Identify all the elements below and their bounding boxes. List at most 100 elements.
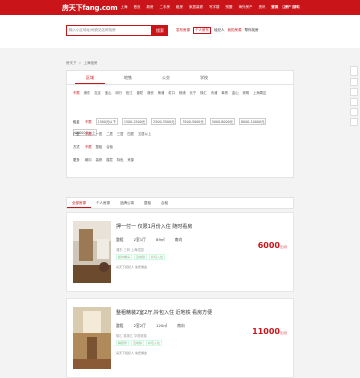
filter-option[interactable]: 一居 — [96, 131, 103, 136]
listing-area: 89㎡ — [156, 237, 165, 242]
agent-link[interactable]: 经纪人 — [214, 28, 225, 33]
filter-option[interactable]: 1500元以下 — [95, 118, 118, 125]
filter-dropdown[interactable]: 楼层 — [106, 157, 113, 162]
filter-option[interactable]: 黄浦 — [158, 90, 165, 95]
filter-option[interactable]: 五居以上 — [138, 131, 151, 136]
breadcrumb-current[interactable]: 上海租房 — [83, 61, 97, 66]
filter-option[interactable]: 嘉定 — [94, 90, 101, 95]
list-sort-tabs: 全部房源 个人房源 品牌公寓 整租 合租 — [66, 197, 294, 209]
nav-item-news[interactable]: 资讯 — [258, 5, 265, 10]
filter-option[interactable]: 闵行 — [115, 90, 122, 95]
post-listing-link[interactable]: 发布房源 — [176, 28, 190, 33]
filter-option[interactable]: 普陀 — [137, 90, 144, 95]
top-icon[interactable] — [350, 66, 358, 76]
filter-option[interactable]: 2500-3500元 — [151, 118, 177, 125]
nav-item-second-hand[interactable]: 二手房 — [159, 5, 170, 10]
listing-agent: 房天下经纪人 免费佣金 — [116, 265, 147, 269]
listing-card[interactable]: 押一付一 仅限1月份入住 随时看房 整租 2室1厅 89㎡ 南向 浦东-三林 上… — [66, 212, 294, 292]
listing-type: 整租 — [116, 237, 124, 242]
nav-item-overseas[interactable]: 海外房产 — [238, 5, 252, 10]
header-links: 发布房源 个人房东 经纪人 我的房源 帮你找房 — [176, 27, 259, 34]
listing-tags: 随时看房 近地铁 拎包入住 — [116, 254, 166, 260]
login-link[interactable]: 登录 — [271, 5, 278, 10]
compare-icon[interactable] — [350, 88, 358, 96]
filter-dropdown[interactable]: 装修 — [96, 157, 103, 162]
landlord-link[interactable]: 个人房东 — [193, 27, 211, 34]
tab-district[interactable]: 区域 — [75, 71, 105, 84]
qrcode-icon[interactable] — [350, 118, 358, 126]
filter-option[interactable]: 三居 — [117, 131, 124, 136]
find-for-me-link[interactable]: 帮你找房 — [245, 28, 259, 33]
filter-option[interactable]: 5000-8000元 — [209, 118, 235, 125]
filter-option[interactable]: 宝山 — [105, 90, 112, 95]
listing-card[interactable]: 整租精装2室2厅,拎包入住 近地铁 看房方便 整租 2室2厅 120㎡ 南向 徐… — [66, 298, 294, 378]
filter-option[interactable]: 不限 — [85, 144, 92, 149]
nav-item-villa[interactable]: 别墅 — [225, 5, 232, 10]
filter-option[interactable]: 崇明 — [243, 90, 250, 95]
listing-address[interactable]: 浦东-三林 上海花园 — [116, 247, 144, 252]
filter-dropdown[interactable]: 特色 — [117, 157, 124, 162]
filter-option[interactable]: 杨浦 — [179, 90, 186, 95]
filter-option[interactable]: 青浦 — [211, 90, 218, 95]
nav-item-decoration[interactable]: 家居装修 — [189, 5, 203, 10]
filter-option[interactable]: 四居 — [127, 131, 134, 136]
nav-item-home[interactable]: 首页 — [133, 5, 140, 10]
listing-price: 6000元/月 — [258, 241, 287, 250]
listing-rooms: 2室2厅 — [133, 323, 147, 328]
filter-option[interactable]: 金山 — [232, 90, 239, 95]
filter-option[interactable]: 8000-10000元 — [239, 118, 267, 125]
listing-rooms: 2室1厅 — [133, 237, 147, 242]
filter-option[interactable]: 长宁 — [190, 90, 197, 95]
price-unit: 元/月 — [279, 245, 287, 249]
listing-address[interactable]: 徐汇-徐家汇 华丽家族 — [116, 333, 147, 338]
filter-row-label: 户型 — [73, 132, 80, 136]
filter-option[interactable]: 松江 — [126, 90, 133, 95]
help-link[interactable]: 帮助 — [293, 5, 300, 10]
search-button[interactable]: 搜索 — [152, 25, 168, 36]
filter-option[interactable]: 虹口 — [168, 90, 175, 95]
price-value: 11000 — [252, 327, 280, 336]
nav-item-office[interactable]: 写字楼 — [209, 5, 220, 10]
listing-tag: 精装修 — [116, 340, 130, 346]
listing-title[interactable]: 整租精装2室2厅,拎包入住 近地铁 看房方便 — [116, 309, 212, 316]
tab-bus[interactable]: 公交 — [151, 71, 181, 84]
breadcrumb-home[interactable]: 房天下 — [66, 61, 77, 66]
nav-item-rent[interactable]: 租房 — [176, 5, 183, 10]
site-logo[interactable]: 房天下fang.com — [62, 3, 118, 13]
listing-meta: 整租 2室1厅 89㎡ 南向 — [116, 237, 182, 243]
sort-tab[interactable]: 品牌公寓 — [115, 198, 139, 208]
my-listings-link[interactable]: 我的房源 — [228, 28, 242, 33]
tab-school[interactable]: 学校 — [189, 71, 219, 84]
listing-photo[interactable] — [73, 221, 111, 283]
sort-tab[interactable]: 整租 — [139, 198, 156, 208]
filter-option[interactable]: 3500-5000元 — [180, 118, 206, 125]
filter-option[interactable]: 徐汇 — [200, 90, 207, 95]
sort-tab[interactable]: 全部房源 — [67, 198, 91, 208]
filter-option[interactable]: 不限 — [73, 90, 80, 95]
price-value: 6000 — [257, 241, 280, 250]
filter-option[interactable]: 浦东 — [84, 90, 91, 95]
search-input[interactable]: 输入小区地址/地铁站名称找房 — [66, 25, 152, 36]
city-selector[interactable]: 上海 — [120, 5, 127, 10]
filter-option[interactable]: 静安 — [147, 90, 154, 95]
filter-option[interactable]: 整租 — [96, 144, 103, 149]
filter-dropdown[interactable]: 朝向 — [85, 157, 92, 162]
filter-option[interactable]: 1500-2500元 — [121, 118, 148, 125]
sort-tab[interactable]: 合租 — [156, 198, 173, 208]
filter-row-more: 更多 朝向 装修 楼层 特色 来源 — [73, 157, 289, 162]
filter-option[interactable]: 不限 — [85, 119, 92, 124]
listing-title[interactable]: 押一付一 仅限1月份入住 随时看房 — [116, 223, 192, 230]
feedback-icon[interactable] — [350, 108, 358, 116]
filter-option[interactable]: 上海周边 — [253, 90, 266, 95]
register-link[interactable]: 注册 — [282, 5, 289, 10]
filter-option[interactable]: 奉贤 — [221, 90, 228, 95]
favorite-icon[interactable] — [350, 78, 358, 86]
filter-option[interactable]: 二居 — [106, 131, 113, 136]
filter-option[interactable]: 合租 — [106, 144, 113, 149]
tab-subway[interactable]: 地铁 — [113, 71, 143, 84]
filter-option[interactable]: 不限 — [85, 131, 92, 136]
history-icon[interactable] — [350, 98, 358, 106]
nav-item-new-house[interactable]: 新房 — [146, 5, 153, 10]
sort-tab[interactable]: 个人房源 — [91, 198, 115, 208]
filter-dropdown[interactable]: 来源 — [127, 157, 134, 162]
